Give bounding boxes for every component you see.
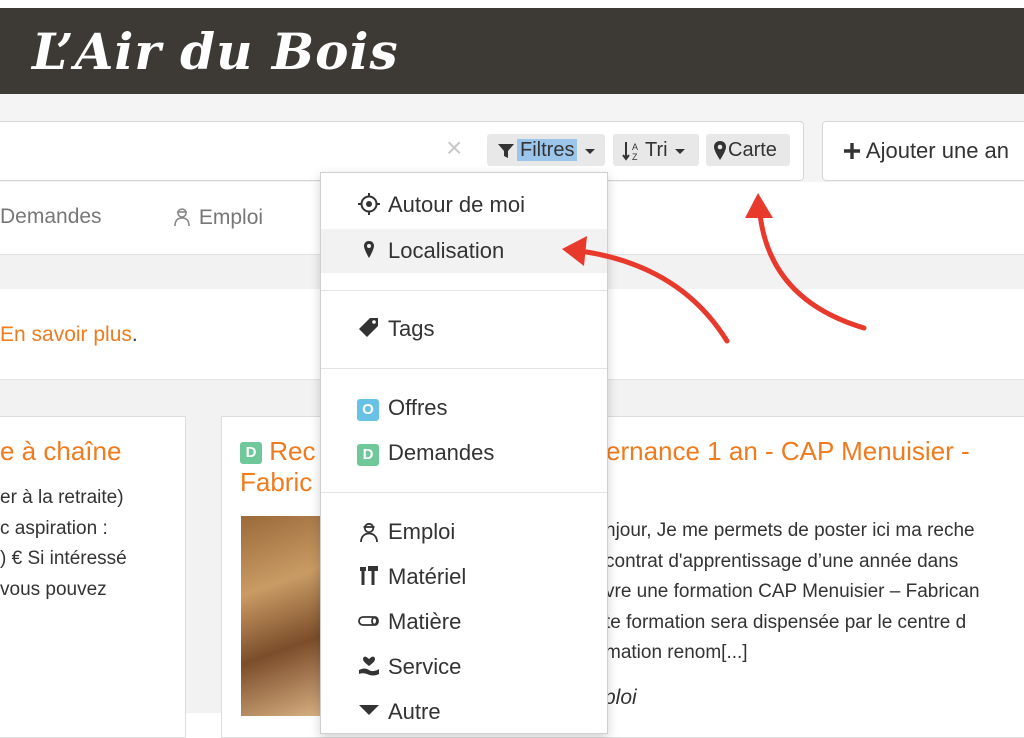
arrow-to-localisation [562,236,730,344]
arrow-to-map-button [745,193,867,331]
annotation-arrows [562,193,867,344]
